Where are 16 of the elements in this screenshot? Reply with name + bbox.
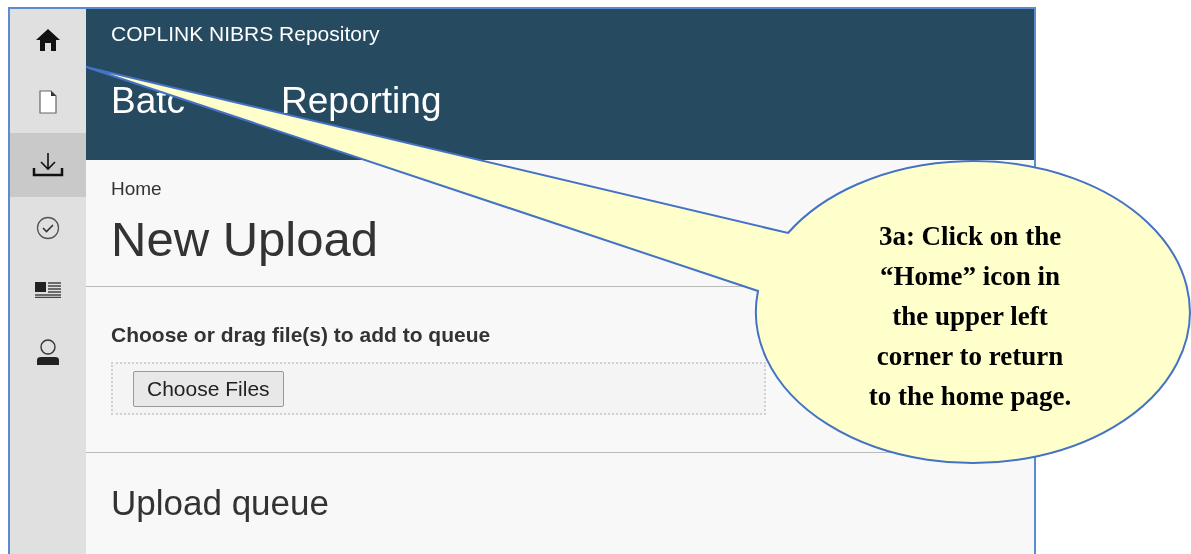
document-icon — [39, 90, 57, 114]
news-icon — [35, 282, 61, 298]
choose-files-button[interactable]: Choose Files — [133, 370, 284, 407]
page-title: New Upload — [111, 211, 378, 267]
check-circle-icon — [36, 216, 60, 240]
download-icon — [32, 152, 64, 178]
app-name: COPLINK NIBRS Repository — [111, 21, 380, 47]
upload-label: Choose or drag file(s) to add to queue — [111, 322, 491, 348]
home-icon — [35, 28, 61, 52]
page-header-title: Reporting — [281, 79, 442, 123]
callout-text: 3a: Click on the “Home” icon in the upper left corner to return to the home page. — [867, 220, 1073, 413]
drop-zone[interactable]: Choose Files — [111, 362, 766, 415]
section-title: Upload queue — [111, 483, 329, 522]
user-icon — [36, 339, 60, 365]
sidebar-item[interactable] — [10, 133, 86, 197]
breadcrumb-link[interactable]: Home — [111, 177, 162, 201]
